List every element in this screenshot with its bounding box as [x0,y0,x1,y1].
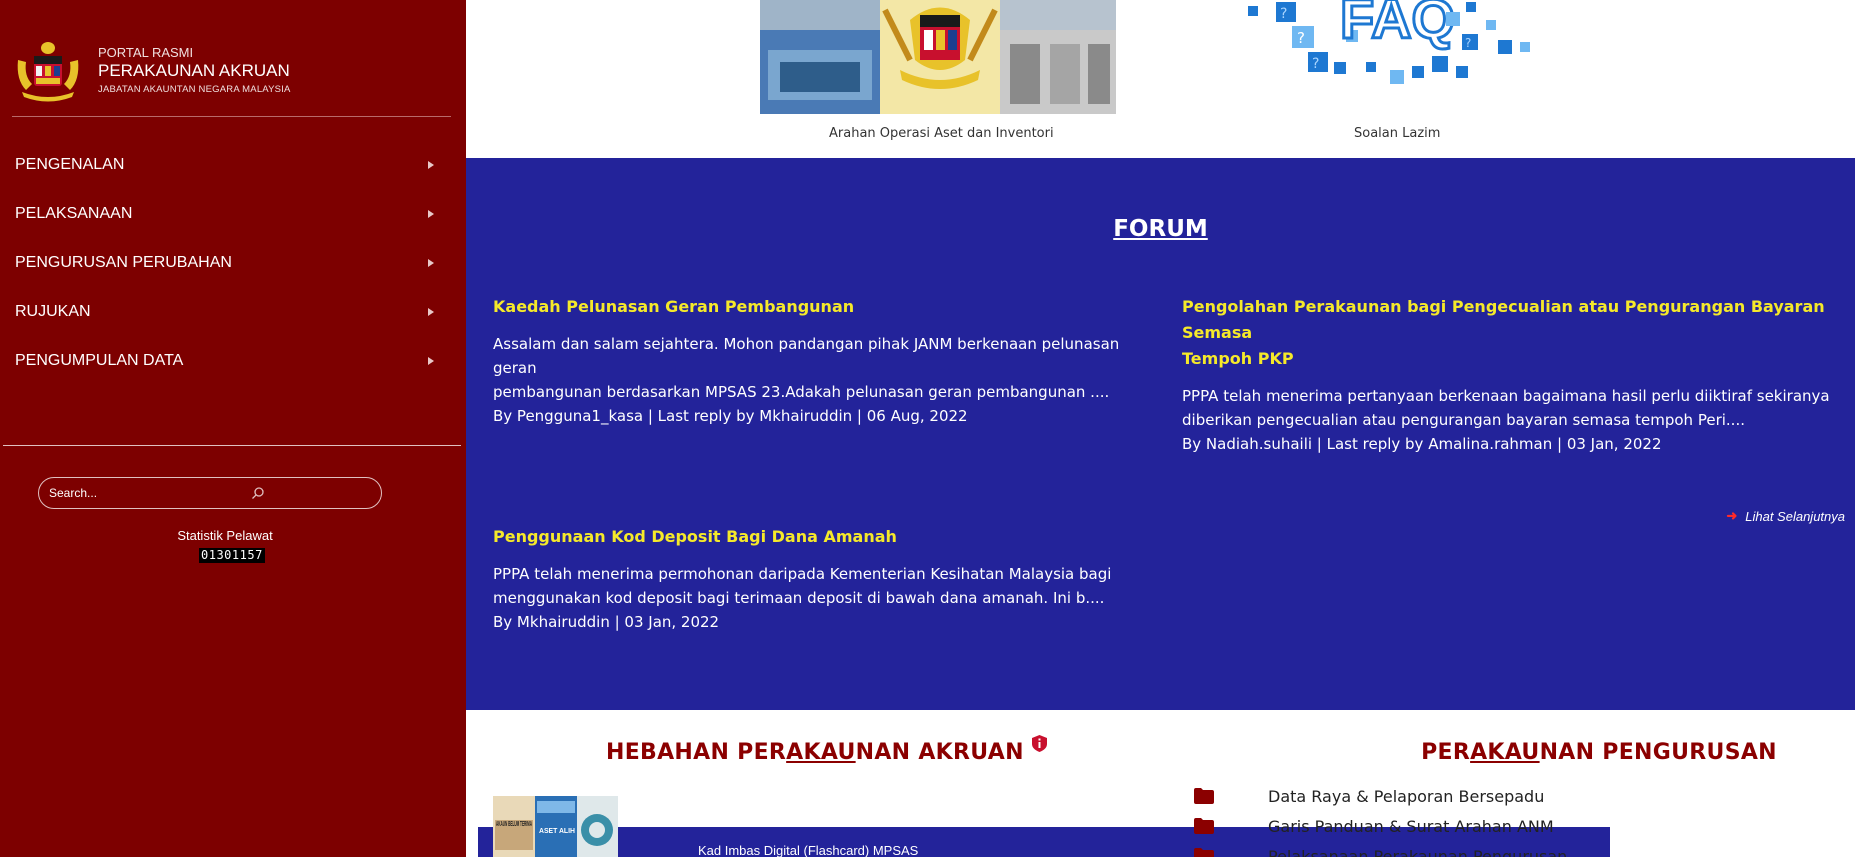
forum-post: Penggunaan Kod Deposit Bagi Dana Amanah … [493,524,1163,634]
visitor-counter: 01301157 [199,548,265,563]
hebahan-banner-text: Kad Imbas Digital (Flashcard) MPSAS [698,843,919,857]
forum-post-excerpt: PPPA telah menerima permohonan daripada … [493,565,1112,583]
sidebar-item-pengumpulan-data[interactable]: PENGUMPULAN DATA [0,336,466,385]
view-more-link[interactable]: ➜ Lihat Selanjutnya [1726,508,1845,524]
arrow-right-icon [428,307,434,316]
main-content: Arahan Operasi Aset dan Inventori ? ? ? … [466,0,1855,857]
book-title: AKAUN BELUM TERIMA [496,821,532,828]
folder-icon [1194,788,1214,804]
flashcard-books-image[interactable]: AKAUN BELUM TERIMA ASET ALIH [493,796,618,857]
faq-logo-text: FAQ [1340,0,1455,50]
forum-post-meta: By Pengguna1_kasa | Last reply by Mkhair… [493,407,968,425]
sidebar-item-label: PENGENALAN [15,155,125,173]
forum-post-excerpt: Assalam dan salam sejahtera. Mohon panda… [493,335,1120,377]
svg-text:?: ? [1297,29,1305,47]
bottom-section: HEBAHAN PER AKAU NAN AKRUAN AKAUN BELUM TE… [466,710,1855,857]
list-item-label: Garis Panduan & Surat Arahan ANM [1268,816,1554,836]
info-icon [1031,735,1047,752]
sidebar-menu: PENGENALAN PELAKSANAAN PENGURUSAN PERUBA… [0,140,466,385]
forum-post-meta: By Mkhairuddin | 03 Jan, 2022 [493,613,720,631]
svg-text:?: ? [1312,56,1319,72]
forum-post: Kaedah Pelunasan Geran Pembangunan Assal… [493,294,1163,428]
coat-of-arms-logo [17,42,79,102]
hebahan-title: HEBAHAN PER AKAU NAN AKRUAN [606,735,1047,765]
forum-section: FORUM Kaedah Pelunasan Geran Pembangunan… [466,158,1855,710]
forum-post-excerpt: PPPA telah menerima pertanyaan berkenaan… [1182,387,1830,405]
forum-title[interactable]: FORUM [466,216,1855,242]
list-item[interactable]: Pelaksanaan Perakaunan Pengurusan [1188,841,1848,857]
pengurusan-title-part: NAN PENGURUSAN [1539,740,1777,765]
pengurusan-title: PERAKAUNAN PENGURUSAN [1342,740,1855,765]
list-item-label: Pelaksanaan Perakaunan Pengurusan [1268,846,1568,857]
hebahan-title-part: HEBAHAN PER [606,740,787,765]
forum-post-title[interactable]: Penggunaan Kod Deposit Bagi Dana Amanah [493,524,1163,550]
sidebar-item-label: PELAKSANAAN [15,204,133,222]
sidebar-item-rujukan[interactable]: RUJUKAN [0,287,466,336]
sidebar-item-label: RUJUKAN [15,302,91,320]
sidebar-item-pengenalan[interactable]: PENGENALAN [0,140,466,189]
faq-thumbnail[interactable]: ? ? ? FAQ ? [1236,0,1556,88]
folder-icon [1194,848,1214,857]
arrow-right-icon [428,258,434,267]
brand-title: PERAKAUNAN AKRUAN [98,61,290,80]
svg-text:?: ? [1465,36,1471,50]
list-item[interactable]: Data Raya & Pelaporan Bersepadu [1188,781,1848,811]
hebahan-title-part: AKAU [786,740,856,765]
search-input[interactable] [49,486,249,500]
forum-post-excerpt: diberikan pengecualian atau pengurangan … [1182,411,1745,429]
aset-inventori-thumbnail[interactable] [760,0,1116,114]
visitor-stats-label: Statistik Pelawat [177,528,273,543]
forum-post-excerpt: menggunakan kod deposit bagi terimaan de… [493,589,1105,607]
forum-post-title-line: Pengolahan Perakaunan bagi Pengecualian … [1182,297,1825,342]
forum-post-title-line: Tempoh PKP [1182,349,1294,368]
sidebar-item-pengurusan-perubahan[interactable]: PENGURUSAN PERUBAHAN [0,238,466,287]
view-more-label: Lihat Selanjutnya [1745,508,1845,524]
pengurusan-list: Data Raya & Pelaporan Bersepadu Garis Pa… [1188,781,1848,857]
faq-caption[interactable]: Soalan Lazim [1354,126,1440,141]
featured-links: Arahan Operasi Aset dan Inventori ? ? ? … [466,0,1855,158]
forum-post-meta: By Nadiah.suhaili | Last reply by Amalin… [1182,435,1662,453]
brand-subtitle: PORTAL RASMI [98,45,194,60]
pengurusan-title-part: PER [1421,740,1471,765]
arrow-right-icon [428,160,434,169]
arrow-right-icon: ➜ [1726,508,1738,523]
aset-inventori-caption[interactable]: Arahan Operasi Aset dan Inventori [829,126,1054,141]
hebahan-title-part: NAN AKRUAN [855,740,1024,765]
list-item-label: Data Raya & Pelaporan Bersepadu [1268,786,1545,806]
forum-post-title[interactable]: Pengolahan Perakaunan bagi Pengecualian … [1182,294,1852,372]
search-box [38,477,382,509]
pengurusan-title-part: AKAU [1470,740,1540,765]
search-icon[interactable] [251,486,265,500]
forum-post-title[interactable]: Kaedah Pelunasan Geran Pembangunan [493,294,1163,320]
sidebar-item-pelaksanaan[interactable]: PELAKSANAAN [0,189,466,238]
folder-icon [1194,818,1214,834]
sidebar-item-label: PENGURUSAN PERUBAHAN [15,253,232,271]
book-title: ASET ALIH [539,826,575,835]
svg-text:?: ? [1280,6,1287,22]
aset-inventori-image [760,0,1116,114]
brand[interactable]: PORTAL RASMI PERAKAUNAN AKRUAN JABATAN A… [12,40,291,102]
sidebar-item-label: PENGUMPULAN DATA [15,351,184,369]
sidebar: PORTAL RASMI PERAKAUNAN AKRUAN JABATAN A… [0,0,466,857]
forum-post-excerpt: pembangunan berdasarkan MPSAS 23.Adakah … [493,383,1110,401]
hebahan-bar-edge [478,827,493,857]
forum-post: Pengolahan Perakaunan bagi Pengecualian … [1182,294,1852,456]
arrow-right-icon [428,209,434,218]
divider [3,445,461,446]
divider [12,116,451,117]
list-item[interactable]: Garis Panduan & Surat Arahan ANM [1188,811,1848,841]
arrow-right-icon [428,356,434,365]
brand-department: JABATAN AKAUNTAN NEGARA MALAYSIA [98,84,291,95]
faq-image: ? ? ? FAQ ? [1248,0,1530,84]
